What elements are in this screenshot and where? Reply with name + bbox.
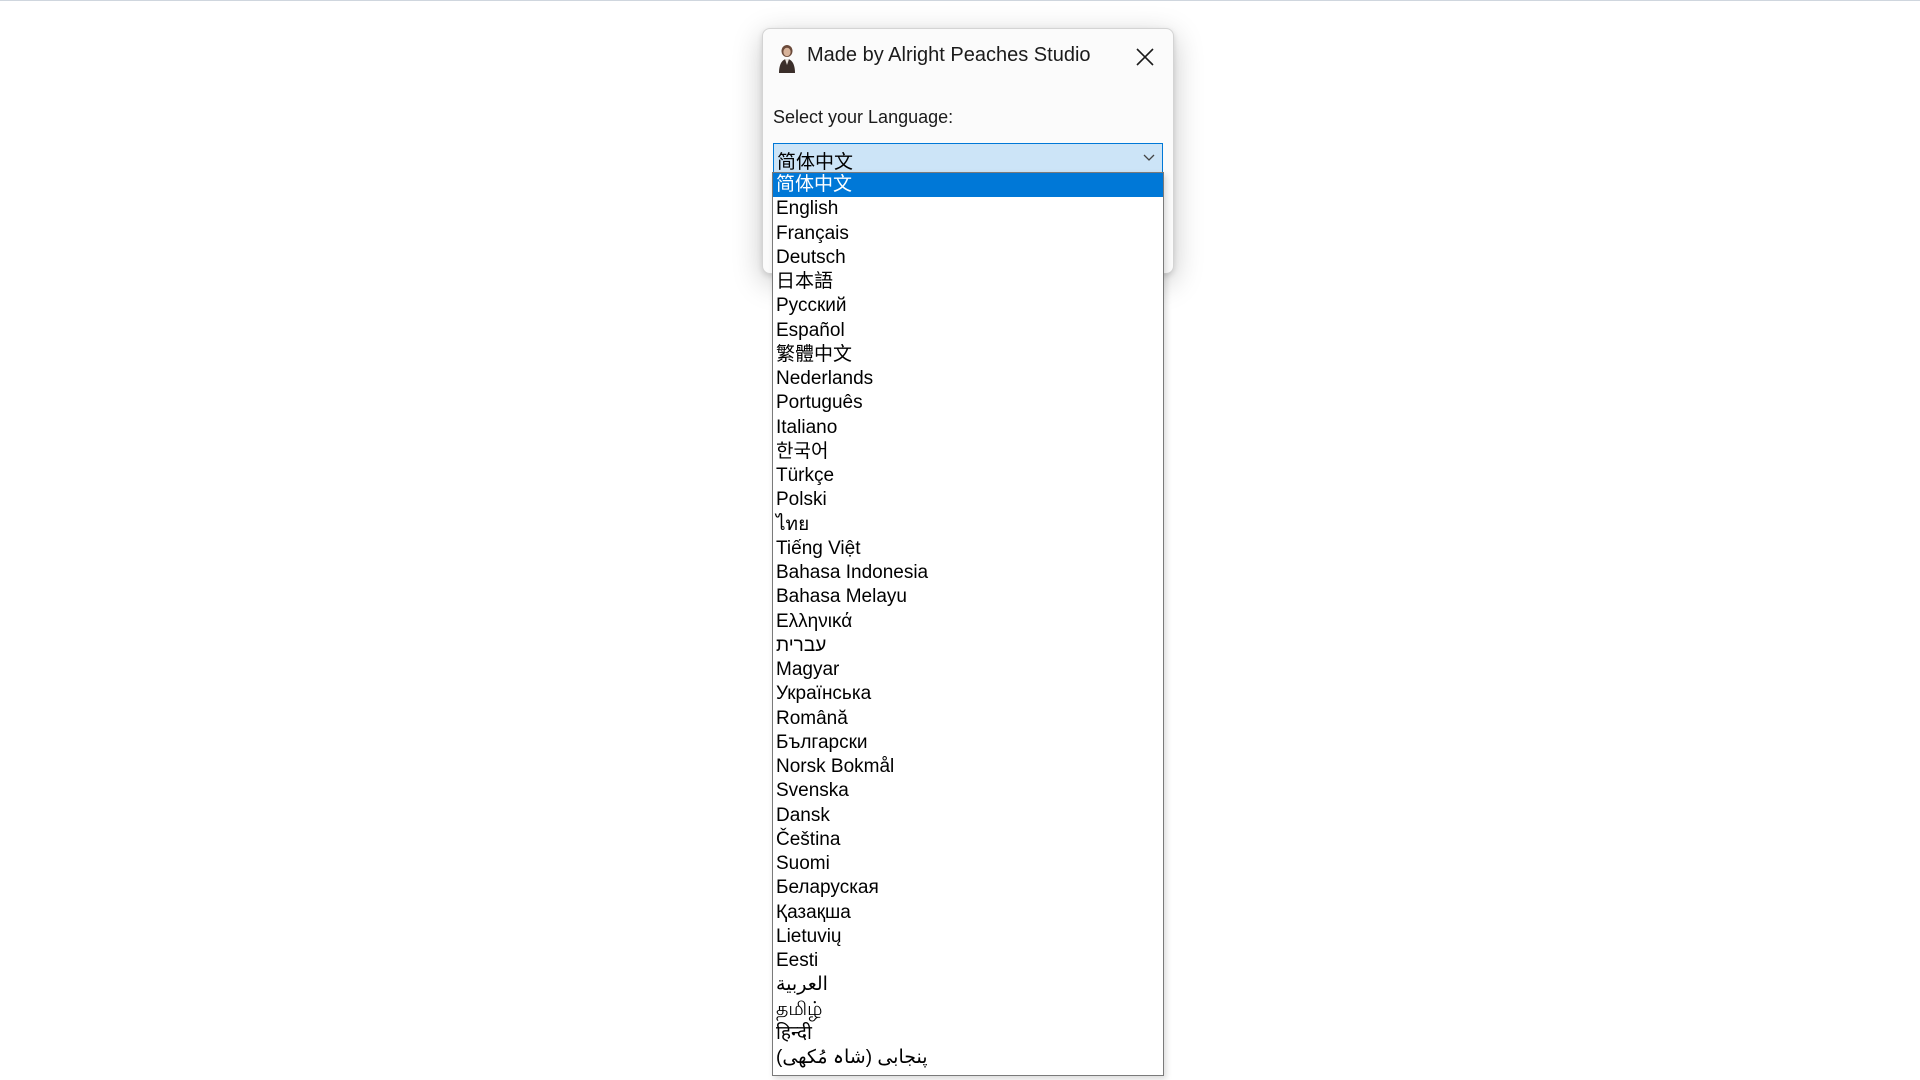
page-top-border [0,0,1920,1]
language-option[interactable]: Magyar [773,658,1163,682]
language-option[interactable]: हिन्दी [773,1022,1163,1046]
language-option[interactable]: 繁體中文 [773,343,1163,367]
peach-avatar-icon [776,43,798,73]
language-prompt-label: Select your Language: [773,107,954,127]
language-options: 简体中文 English Français Deutsch 日本語 Русский Espa… [773,173,1163,1070]
language-option[interactable]: Ελληνικά [773,610,1163,634]
language-option[interactable]: Română [773,707,1163,731]
language-option[interactable]: Українська [773,682,1163,706]
close-icon [1136,48,1154,66]
language-option[interactable]: Беларуская [773,876,1163,900]
language-option[interactable]: ไทย [773,513,1163,537]
language-option[interactable]: Norsk Bokmål [773,755,1163,779]
language-option[interactable]: Deutsch [773,246,1163,270]
title-bar: Made by Alright Peaches Studio [763,29,1173,85]
language-option[interactable]: Bahasa Indonesia [773,561,1163,585]
language-option[interactable]: 简体中文 [773,173,1163,198]
language-option[interactable]: Suomi [773,852,1163,876]
language-option[interactable]: Svenska [773,779,1163,803]
language-option[interactable]: 한국어 [773,440,1163,464]
language-option[interactable]: Nederlands [773,367,1163,391]
language-option[interactable]: Tiếng Việt [773,537,1163,561]
close-button[interactable] [1127,39,1163,75]
language-option[interactable]: Dansk [773,804,1163,828]
window-title: Made by Alright Peaches Studio [807,44,1091,66]
language-select[interactable]: 简体中文 [773,143,1163,173]
language-option[interactable]: தமிழ் [773,998,1163,1022]
language-option[interactable]: پنجابی (شاہ مُکھی) [773,1046,1163,1070]
language-option[interactable]: العربية [773,973,1163,997]
language-option[interactable]: Български [773,731,1163,755]
language-option[interactable]: Polski [773,488,1163,512]
language-option[interactable]: 日本語 [773,270,1163,294]
language-option[interactable]: Čeština [773,828,1163,852]
language-option[interactable]: Türkçe [773,464,1163,488]
language-select-value: 简体中文 [777,152,854,173]
language-option[interactable]: English [773,197,1163,221]
language-option[interactable]: Eesti [773,949,1163,973]
language-option[interactable]: Français [773,222,1163,246]
language-option[interactable]: Lietuvių [773,925,1163,949]
language-option[interactable]: Español [773,319,1163,343]
language-option[interactable]: Italiano [773,416,1163,440]
language-option[interactable]: Bahasa Melayu [773,585,1163,609]
language-option[interactable]: Русский [773,294,1163,318]
chevron-down-icon [1143,154,1155,161]
language-option[interactable]: Português [773,391,1163,415]
language-option[interactable]: Қазақша [773,901,1163,925]
language-dropdown-list[interactable]: 简体中文 English Français Deutsch 日本語 Русский Espa… [772,172,1164,1076]
language-option[interactable]: עברית [773,634,1163,658]
